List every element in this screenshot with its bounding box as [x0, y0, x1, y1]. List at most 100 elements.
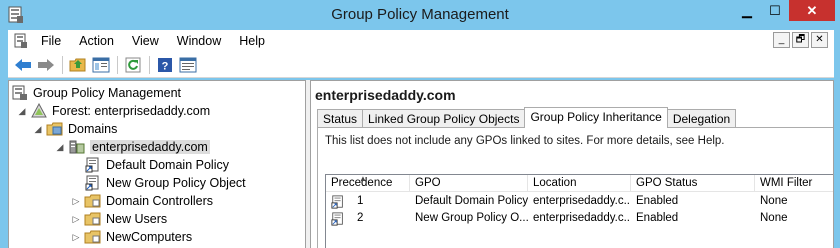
gpo-link-icon — [84, 175, 102, 191]
maximize-button[interactable]: ☐ — [762, 0, 788, 21]
tab-gp-inheritance[interactable]: Group Policy Inheritance — [524, 107, 668, 128]
menu-view[interactable]: View — [123, 30, 168, 52]
toolbar: ? — [8, 52, 834, 78]
properties-icon — [179, 57, 197, 72]
tree-item-label: Domain Controllers — [106, 194, 213, 208]
console-tree[interactable]: Group Policy Management ◢ Forest: enterp… — [8, 80, 306, 248]
tree-item-label: NewComputers — [106, 230, 193, 244]
tree-item-domains[interactable]: ◢ Domains — [33, 120, 118, 138]
tree-item-label: New Users — [106, 212, 168, 226]
cell-precedence: 1 — [326, 193, 410, 210]
refresh-button[interactable] — [122, 55, 144, 75]
gpo-link-icon — [331, 211, 345, 226]
tree-item-label: Group Policy Management — [33, 86, 181, 100]
collapsed-arrow-icon[interactable]: ▷ — [71, 196, 81, 207]
up-folder-icon — [69, 58, 86, 71]
expanded-arrow-icon[interactable]: ◢ — [33, 124, 43, 135]
toolbar-separator — [117, 55, 118, 74]
tab-status[interactable]: Status — [317, 109, 364, 128]
cell-status: Enabled — [636, 212, 679, 224]
menu-window[interactable]: Window — [168, 30, 230, 52]
system-menu-icon[interactable] — [10, 30, 32, 52]
sort-ascending-icon: ▲ — [359, 175, 367, 183]
precedence-value: 1 — [357, 195, 364, 207]
ou-folder-icon — [84, 193, 102, 209]
ou-folder-icon — [84, 229, 102, 245]
cell-wmi: None — [760, 212, 788, 224]
expanded-arrow-icon[interactable]: ◢ — [17, 106, 27, 117]
details-title: enterprisedaddy.com — [315, 87, 456, 103]
forward-icon — [38, 58, 54, 71]
gpo-link-icon — [84, 157, 102, 173]
tree-item-default-domain-policy[interactable]: Default Domain Policy — [84, 156, 229, 174]
show-hide-tree-button[interactable] — [90, 55, 112, 75]
window-title: Group Policy Management — [331, 6, 509, 23]
column-gpo-status[interactable]: GPO Status — [631, 175, 755, 192]
forest-icon — [30, 103, 48, 119]
toolbar-separator — [62, 55, 63, 74]
menu-action[interactable]: Action — [70, 30, 123, 52]
gpm-icon — [11, 85, 29, 101]
help-button[interactable]: ? — [154, 55, 176, 75]
tab-strip: Status Linked Group Policy Objects Group… — [317, 107, 737, 128]
mdi-controls: _ 🗗 ✕ — [773, 32, 828, 48]
cell-location: enterprisedaddy.c... — [533, 212, 631, 224]
tree-item-label: enterprisedaddy.com — [90, 140, 210, 154]
tab-linked-gpos[interactable]: Linked Group Policy Objects — [362, 109, 526, 128]
column-precedence[interactable]: ▲ Precedence — [326, 175, 410, 192]
tree-item-forest[interactable]: ◢ Forest: enterprisedaddy.com — [17, 102, 210, 120]
title-bar[interactable]: Group Policy Management ▁ ☐ ✕ — [0, 0, 840, 30]
tree-item-gpm-root[interactable]: Group Policy Management — [11, 84, 181, 102]
forward-button[interactable] — [35, 55, 57, 75]
mdi-minimize-button[interactable]: _ — [773, 32, 790, 48]
menu-file[interactable]: File — [32, 30, 70, 52]
inheritance-panel: This list does not include any GPOs link… — [317, 127, 833, 248]
expanded-arrow-icon[interactable]: ◢ — [55, 142, 65, 153]
cell-wmi: None — [760, 195, 788, 207]
show-hide-tree-icon — [92, 57, 110, 72]
menu-help[interactable]: Help — [230, 30, 274, 52]
cell-gpo: Default Domain Policy — [415, 195, 528, 207]
tree-item-label: New Group Policy Object — [106, 176, 246, 190]
column-wmi-filter[interactable]: WMI Filter — [755, 175, 833, 192]
tree-item-enterprisedaddy[interactable]: ◢ enterprisedaddy.com — [55, 138, 210, 156]
up-one-level-button[interactable] — [67, 55, 89, 75]
column-location[interactable]: Location — [528, 175, 631, 192]
tree-item-domain-controllers[interactable]: ▷ Domain Controllers — [71, 192, 213, 210]
close-button[interactable]: ✕ — [789, 0, 835, 21]
tree-item-label: Forest: enterprisedaddy.com — [52, 104, 211, 118]
tree-item-new-gpo[interactable]: New Group Policy Object — [84, 174, 246, 192]
collapsed-arrow-icon[interactable]: ▷ — [71, 232, 81, 243]
inheritance-list[interactable]: ▲ Precedence GPO Location GPO Status WMI… — [325, 174, 833, 248]
tree-item-newcomputers[interactable]: ▷ NewComputers — [71, 228, 193, 246]
cell-gpo: New Group Policy O... — [415, 212, 528, 224]
svg-text:?: ? — [162, 60, 169, 72]
mdi-close-button[interactable]: ✕ — [811, 32, 828, 48]
refresh-icon — [125, 57, 141, 72]
table-row[interactable]: 1 Default Domain Policy enterprisedaddy.… — [326, 193, 833, 210]
ou-folder-icon — [84, 211, 102, 227]
domain-icon — [68, 139, 86, 155]
menu-bar: File Action View Window Help _ 🗗 ✕ — [8, 30, 834, 52]
cell-precedence: 2 — [326, 210, 410, 227]
cell-status: Enabled — [636, 195, 679, 207]
collapsed-arrow-icon[interactable]: ▷ — [71, 214, 81, 225]
tree-item-label: Domains — [68, 122, 118, 136]
gpo-link-icon — [331, 194, 345, 209]
column-gpo[interactable]: GPO — [410, 175, 528, 192]
precedence-value: 2 — [357, 212, 364, 224]
back-button[interactable] — [12, 55, 34, 75]
domains-folder-icon — [46, 121, 64, 137]
gpm-window: Group Policy Management ▁ ☐ ✕ File Actio… — [0, 0, 840, 248]
tree-item-label: Default Domain Policy — [106, 158, 229, 172]
tab-delegation[interactable]: Delegation — [666, 109, 737, 128]
toolbar-separator — [149, 55, 150, 74]
table-row[interactable]: 2 New Group Policy O... enterprisedaddy.… — [326, 210, 833, 227]
back-icon — [15, 58, 31, 71]
tree-item-new-users[interactable]: ▷ New Users — [71, 210, 168, 228]
mdi-restore-button[interactable]: 🗗 — [792, 32, 809, 48]
properties-button[interactable] — [177, 55, 199, 75]
list-header: ▲ Precedence GPO Location GPO Status WMI… — [326, 175, 833, 192]
minimize-button[interactable]: ▁ — [733, 0, 761, 21]
info-text: This list does not include any GPOs link… — [325, 135, 725, 147]
